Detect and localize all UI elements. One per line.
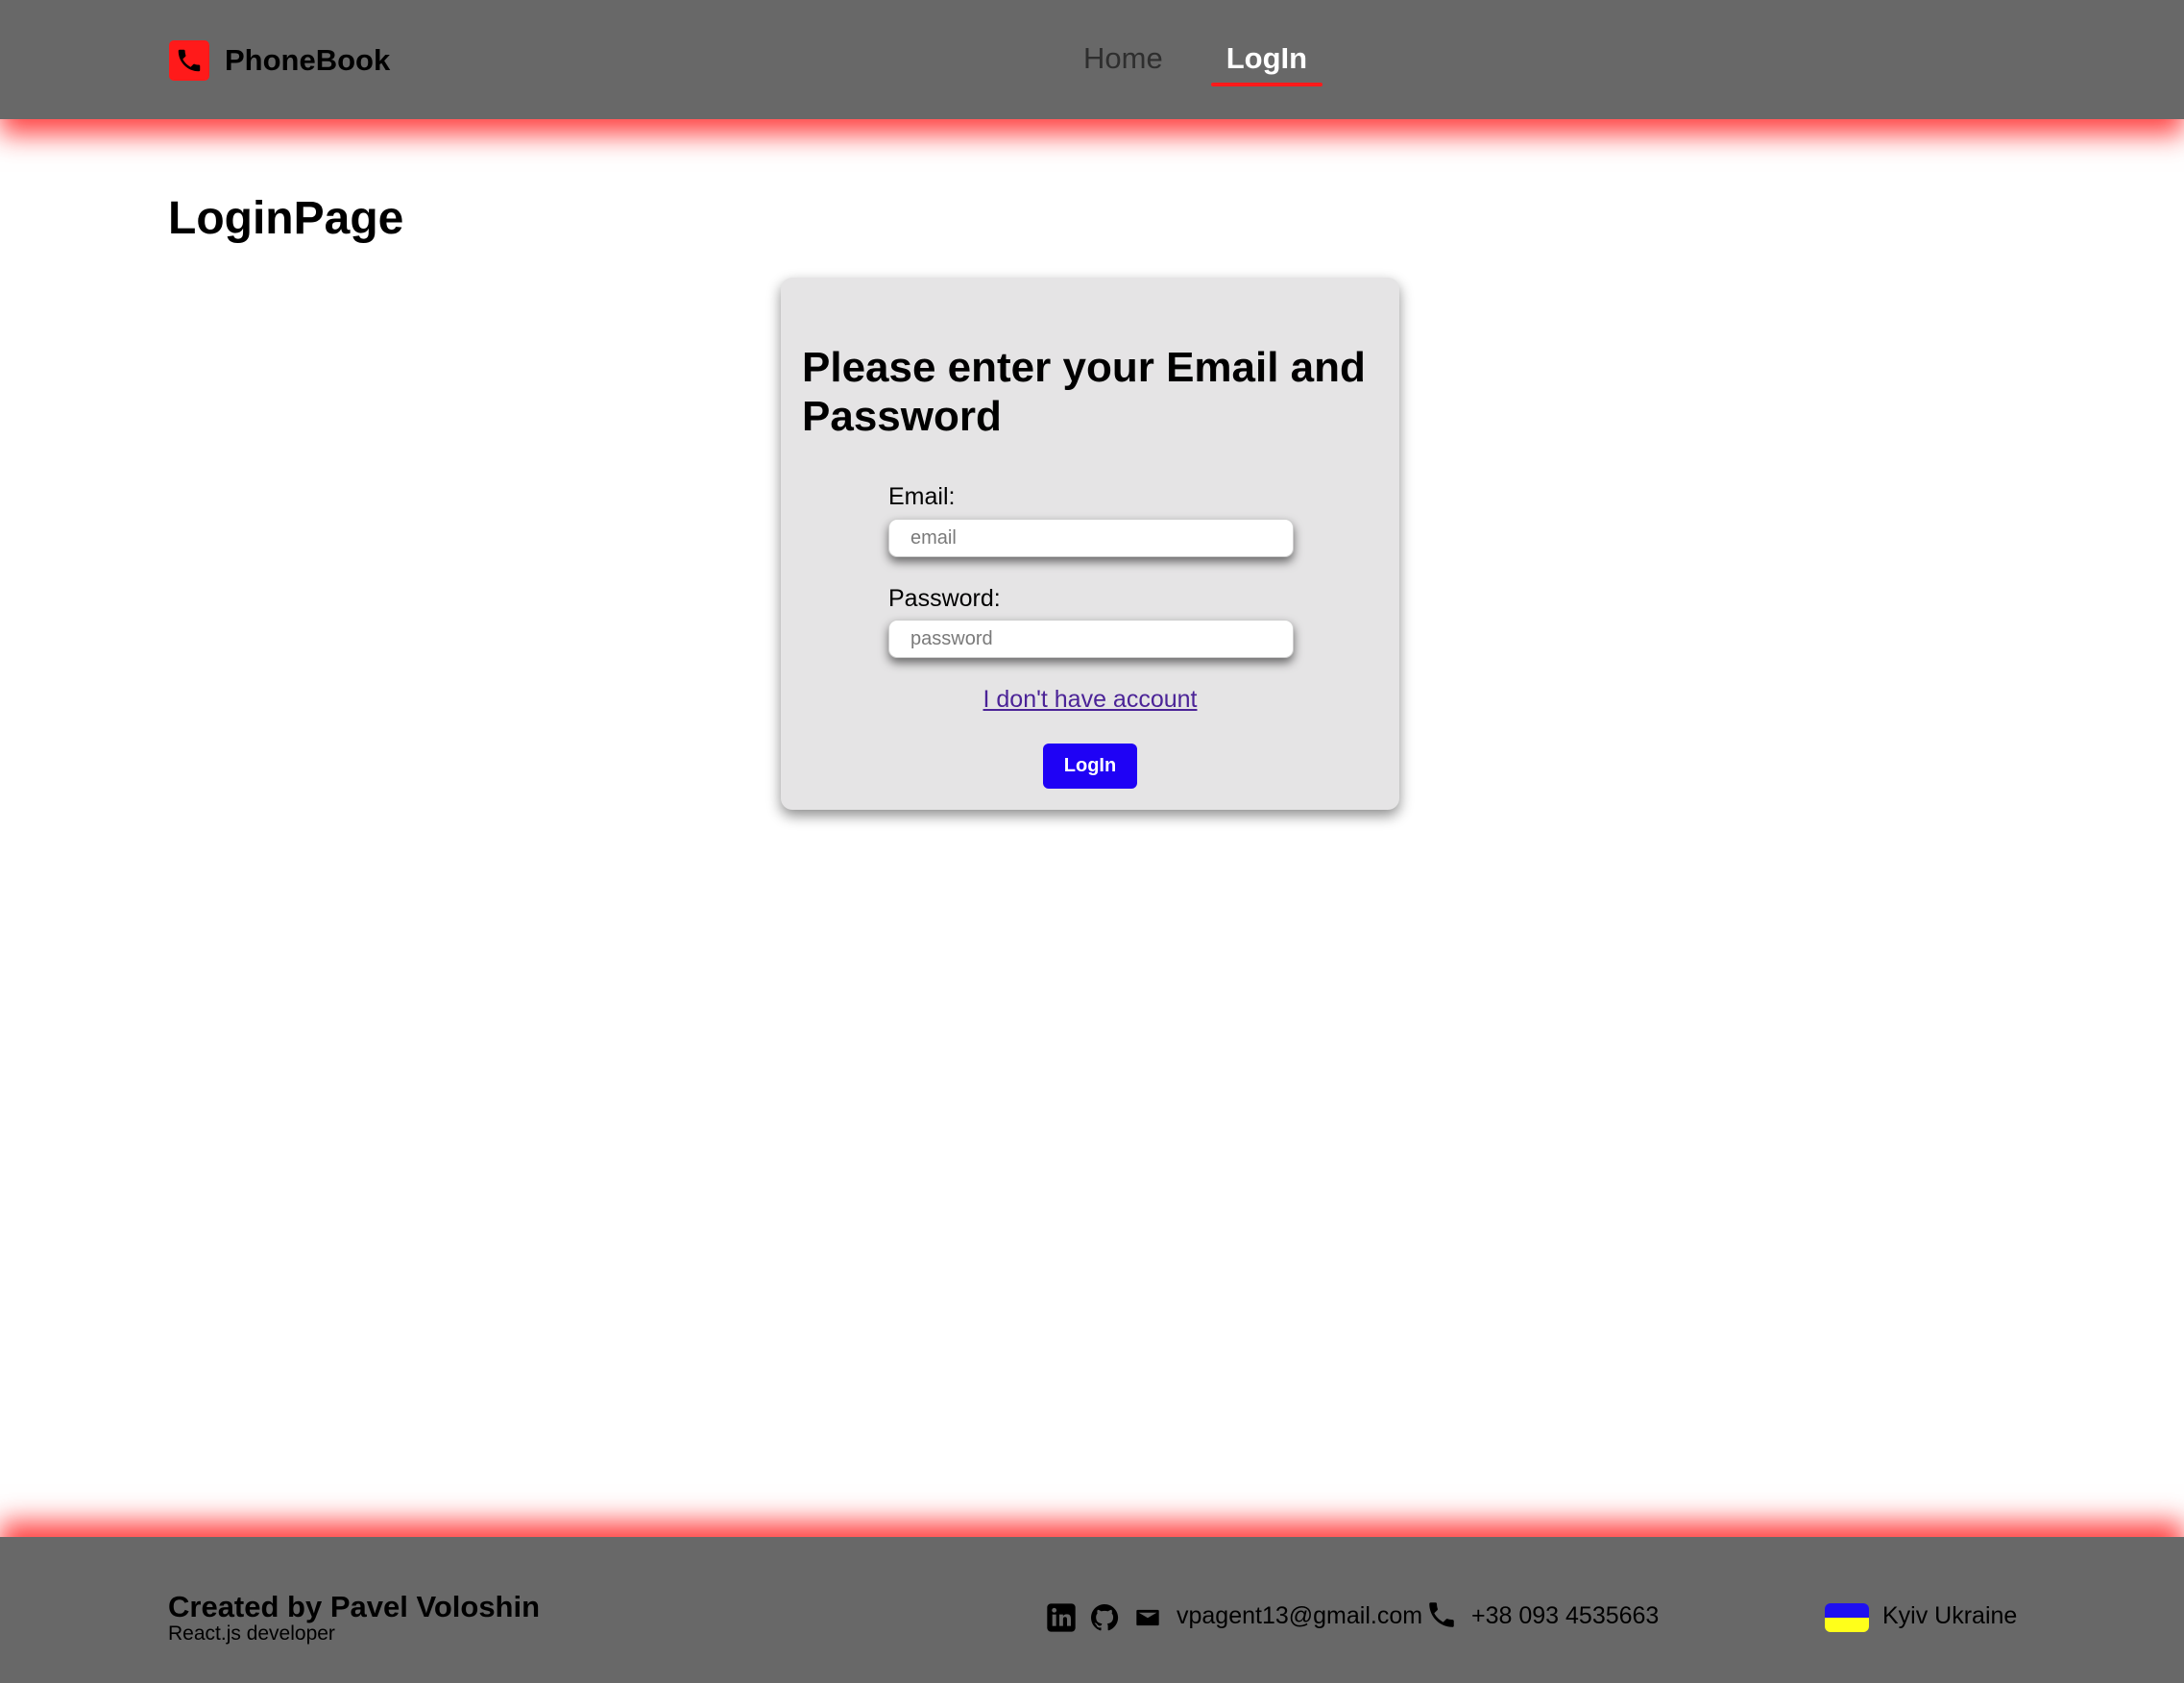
footer-phone-icon[interactable] <box>1425 1598 1460 1633</box>
login-form: Please enter your Email and Password Ema… <box>781 278 1399 810</box>
phone-icon <box>169 40 209 81</box>
app-footer: Created by Pavel Voloshin React.js devel… <box>0 1537 2184 1683</box>
footer-author-name: Created by Pavel Voloshin <box>168 1590 541 1623</box>
password-label: Password: <box>888 585 1001 612</box>
app-header: PhoneBook Home LogIn <box>0 0 2184 119</box>
email-label: Email: <box>888 483 956 510</box>
footer-location: Kyiv Ukraine <box>1882 1602 2018 1629</box>
register-link[interactable]: I don't have account <box>781 686 1399 714</box>
nav-login-link[interactable]: LogIn <box>1209 37 1324 86</box>
nav-home-link[interactable]: Home <box>1066 37 1180 83</box>
footer-phone-link[interactable]: +38 093 4535663 <box>1471 1602 1659 1630</box>
footer-author-role: React.js developer <box>168 1622 335 1645</box>
password-input[interactable] <box>888 620 1294 658</box>
email-input[interactable] <box>888 519 1294 557</box>
page-title: LoginPage <box>168 193 404 244</box>
logo-text: PhoneBook <box>225 43 391 77</box>
login-form-heading: Please enter your Email and Password <box>802 344 1366 440</box>
footer-email-link[interactable]: vpagent13@gmail.com <box>1177 1602 1422 1630</box>
mail-icon[interactable] <box>1130 1600 1165 1635</box>
linkedin-icon[interactable] <box>1044 1600 1079 1635</box>
github-icon[interactable] <box>1087 1600 1122 1635</box>
login-submit-button[interactable]: LogIn <box>1043 744 1137 789</box>
main-nav: Home LogIn <box>1066 37 1324 86</box>
ukraine-flag-icon <box>1825 1603 1869 1632</box>
logo[interactable]: PhoneBook <box>169 40 390 81</box>
